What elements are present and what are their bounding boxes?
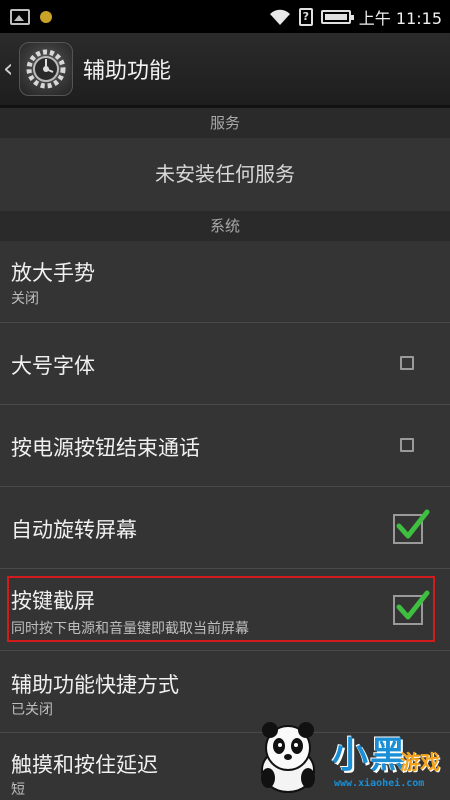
pref-summary: 关闭 — [11, 291, 39, 307]
watermark-brand-2: 游戏 — [400, 750, 440, 774]
services-empty-message: 未安装任何服务 — [155, 162, 295, 186]
auto-rotate-checkbox[interactable] — [393, 509, 430, 544]
status-bar: ? 上午 11:15 — [0, 0, 450, 33]
pref-summary: 已关闭 — [11, 702, 53, 718]
pref-title: 按电源按钮结束通话 — [11, 436, 200, 460]
sim-icon: ? — [298, 7, 313, 26]
panda-icon — [261, 722, 315, 793]
pref-large-text[interactable]: 大号字体 — [0, 323, 450, 405]
watermark-url: www.xiaohei.com — [334, 778, 425, 789]
section-header-system: 系统 — [0, 211, 450, 241]
battery-icon — [320, 9, 354, 24]
image-icon — [10, 8, 30, 25]
pref-power-button-ends-call[interactable]: 按电源按钮结束通话 — [0, 405, 450, 487]
power-ends-call-checkbox[interactable] — [400, 438, 414, 452]
pref-summary: 短 — [11, 782, 25, 798]
pref-title: 放大手势 — [11, 261, 95, 285]
settings-gear-icon[interactable] — [19, 42, 73, 96]
pref-title: 触摸和按住延迟 — [11, 753, 158, 777]
pref-auto-rotate[interactable]: 自动旋转屏幕 — [0, 487, 450, 569]
action-bar: ‹ 辅助功能 — [0, 33, 450, 108]
highlight-annotation-box — [7, 576, 435, 642]
clock: 上午 11:15 — [358, 8, 442, 28]
large-text-checkbox[interactable] — [400, 356, 414, 370]
watermark-brand: 小黑 — [332, 735, 409, 776]
notification-dot-icon — [40, 10, 52, 23]
back-chevron-icon[interactable]: ‹ — [3, 54, 15, 84]
section-header-services: 服务 — [0, 108, 450, 138]
pref-title: 大号字体 — [11, 354, 95, 378]
pref-accessibility-shortcut[interactable]: 辅助功能快捷方式 已关闭 — [0, 651, 450, 733]
page-title: 辅助功能 — [83, 59, 172, 84]
pref-magnification-gestures[interactable]: 放大手势 关闭 — [0, 241, 450, 323]
pref-title: 辅助功能快捷方式 — [11, 673, 179, 697]
pref-title: 自动旋转屏幕 — [11, 518, 137, 542]
watermark-logo: 小黑 游戏 www.xiaohei.com — [250, 722, 446, 796]
wifi-icon — [269, 9, 290, 25]
checkmark-icon — [396, 509, 430, 539]
